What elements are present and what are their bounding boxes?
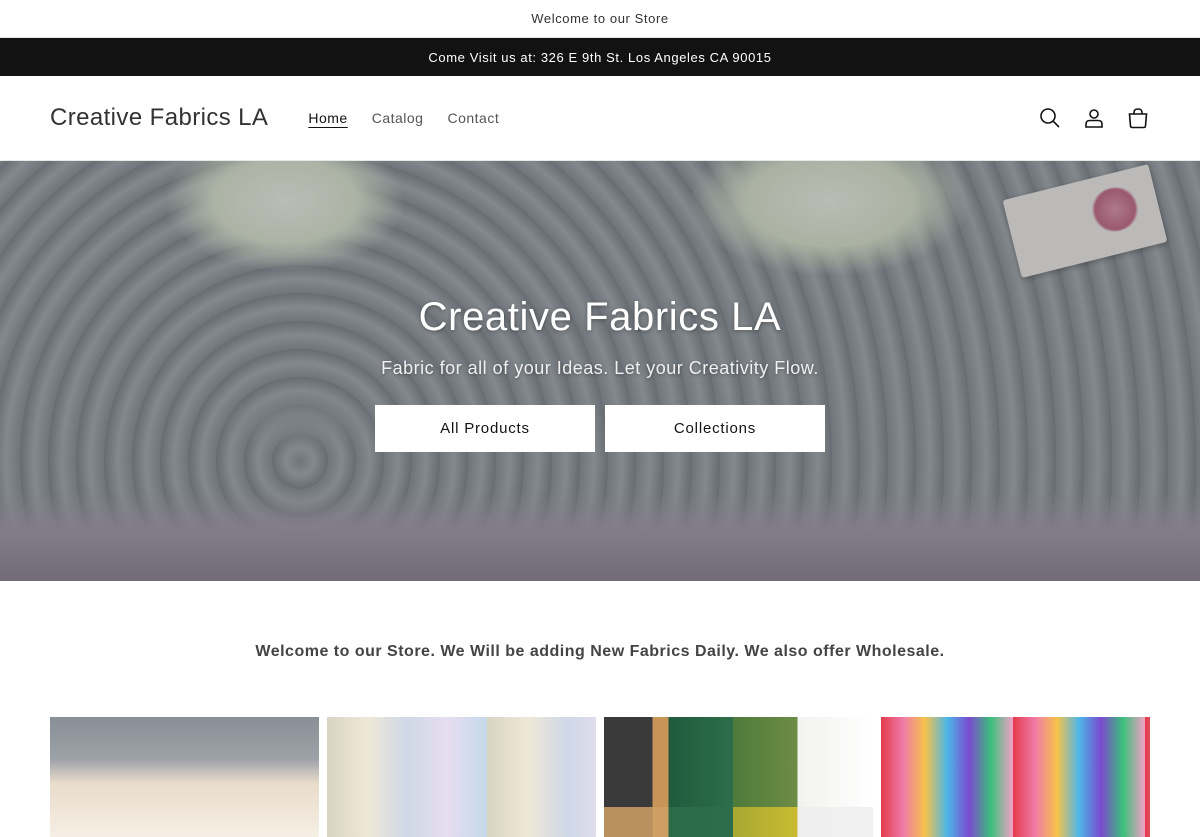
welcome-message: Welcome to our Store. We Will be adding …: [255, 643, 945, 660]
all-products-button[interactable]: All Products: [375, 404, 595, 452]
announcement-bar-welcome: Welcome to our Store: [0, 0, 1200, 38]
hero-buttons: All Products Collections: [375, 404, 825, 452]
nav-catalog[interactable]: Catalog: [360, 104, 436, 132]
collection-card-iridescent[interactable]: [327, 717, 596, 837]
header-icons: [1038, 106, 1150, 130]
announcement-bar-address: Come Visit us at: 326 E 9th St. Los Ange…: [0, 38, 1200, 76]
store-logo[interactable]: Creative Fabrics LA: [50, 104, 268, 132]
site-header: Creative Fabrics LA Home Catalog Contact: [0, 76, 1200, 161]
nav-home[interactable]: Home: [296, 104, 359, 132]
cart-icon[interactable]: [1126, 106, 1150, 130]
collections-button[interactable]: Collections: [605, 404, 825, 452]
account-icon[interactable]: [1082, 106, 1106, 130]
main-nav: Home Catalog Contact: [296, 104, 511, 132]
collection-grid: [0, 717, 1200, 837]
collection-card-tulle[interactable]: [881, 717, 1150, 837]
collection-card-fur[interactable]: [50, 717, 319, 837]
nav-contact[interactable]: Contact: [435, 104, 511, 132]
hero-subtitle: Fabric for all of your Ideas. Let your C…: [381, 357, 819, 378]
search-icon[interactable]: [1038, 106, 1062, 130]
hero-title: Creative Fabrics LA: [418, 294, 782, 339]
hero-content: Creative Fabrics LA Fabric for all of yo…: [0, 161, 1200, 581]
announcement-address-text: Come Visit us at: 326 E 9th St. Los Ange…: [428, 49, 772, 65]
hero-banner: Creative Fabrics LA Fabric for all of yo…: [0, 161, 1200, 581]
collection-card-fringe[interactable]: [604, 717, 873, 837]
announcement-welcome-text: Welcome to our Store: [531, 11, 669, 26]
